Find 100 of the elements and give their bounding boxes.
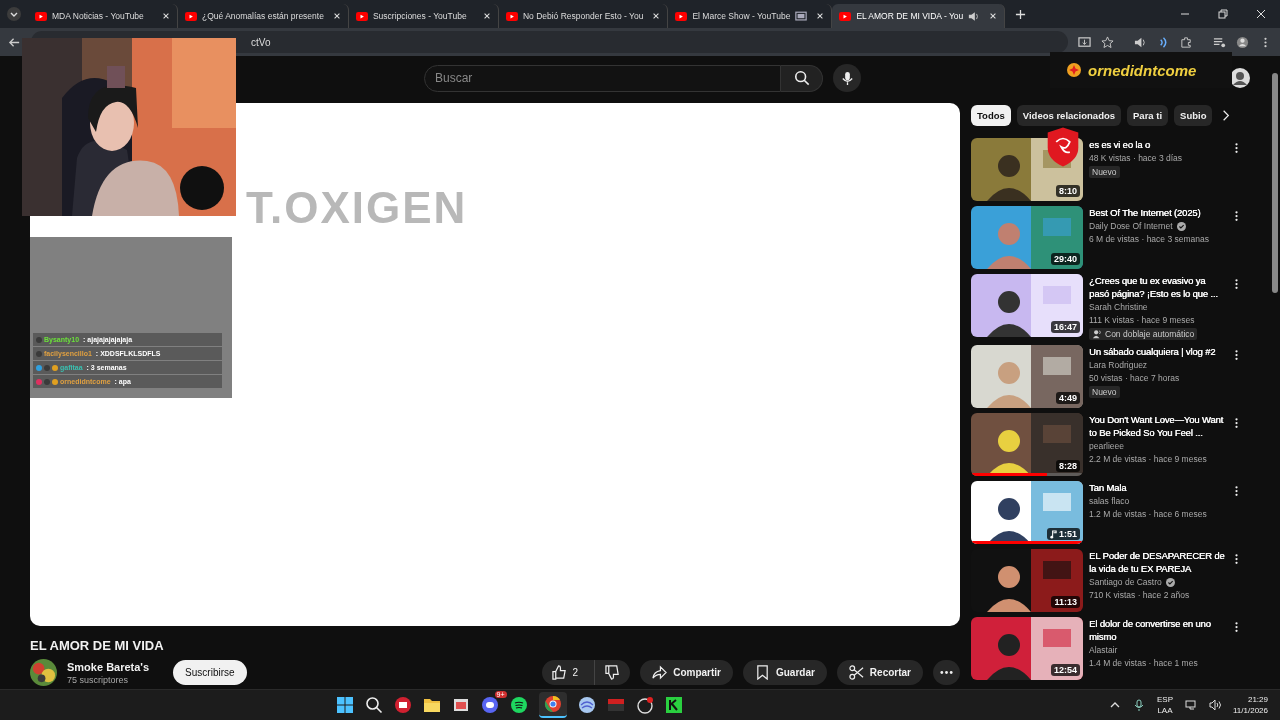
filter-chip[interactable]: Subio [1174,105,1213,126]
close-icon[interactable] [162,12,170,20]
bookmark-icon [754,665,770,680]
browser-icon [543,695,562,713]
more-icon[interactable] [1235,349,1238,361]
close-icon[interactable] [1256,9,1266,19]
clip-button[interactable]: Recortar [836,660,923,685]
puzzle-icon[interactable] [1180,35,1193,49]
browser-taskbar-button[interactable] [538,692,567,718]
tab-search-icon[interactable] [6,6,22,22]
close-icon[interactable] [332,12,341,20]
chat-app-icon[interactable] [480,696,499,714]
filter-chip[interactable]: Todos [971,105,1011,126]
more-icon[interactable] [1235,417,1238,429]
youtube-icon [505,11,518,21]
duration-badge: 8:28 [1056,460,1080,472]
channel-name[interactable]: salas flaco [1089,495,1130,508]
window-stack-icon[interactable] [451,696,470,714]
chevron-right-icon[interactable] [1222,110,1231,121]
more-icon[interactable] [1235,485,1238,497]
close-icon[interactable] [482,12,491,20]
more-button[interactable] [933,660,960,685]
sparkle-icon [1066,62,1082,78]
filter-chip[interactable]: Videos relacionados [1016,105,1122,126]
thumbs-down-icon [605,665,621,680]
video-badge: Con doblaje automático [1089,328,1198,340]
duration-badge: 1:51 [1047,528,1080,540]
speaker-icon[interactable] [1209,699,1221,711]
clock[interactable]: 21:29 11/1/2026 [1233,694,1268,716]
youtube-icon [355,11,368,21]
search-button[interactable] [781,64,823,92]
restore-icon[interactable] [1218,9,1228,19]
channel-name[interactable]: Sarah Christine [1089,301,1148,314]
swirl-app-icon[interactable] [577,696,596,714]
save-button[interactable]: Guardar [742,660,827,685]
search-icon[interactable] [364,696,383,714]
video-title[interactable]: El dolor de convertirse en uno mismo [1089,617,1227,643]
video-title[interactable]: EL Poder de DESAPARECER de la vida de tu EX PAREJA [1089,549,1227,575]
close-icon[interactable] [652,12,661,20]
install-icon[interactable] [1078,35,1091,49]
star-icon[interactable] [1101,35,1114,49]
media-icon[interactable] [1213,35,1226,49]
video-title[interactable]: es es vi eo la o [1089,138,1227,151]
channel-name[interactable]: Santiago de Castro [1089,576,1162,589]
channel-name[interactable]: pearlieee [1089,440,1124,453]
video-meta: 2.2 M de vistas · hace 9 meses [1089,453,1208,466]
speaker-icon[interactable] [968,10,981,22]
share-icon [652,665,668,680]
mixer-app-icon[interactable] [606,696,625,714]
video-meta: 1.2 M de vistas · hace 6 meses [1089,508,1208,521]
scrollbar[interactable] [1272,73,1278,293]
launcher-icon[interactable] [664,696,683,714]
music-app-icon[interactable] [509,696,528,714]
voice-search-button[interactable] [833,64,861,92]
folder-icon[interactable] [422,696,441,714]
signal-icon[interactable] [1157,35,1170,49]
more-icon[interactable] [1235,142,1238,154]
new-tab-icon[interactable] [1015,8,1027,20]
close-icon[interactable] [989,12,998,20]
share-button[interactable]: Compartir [640,660,733,685]
video-title[interactable]: ¿Crees que tu ex evasivo ya pasó página? ¡Esto es lo que ... [1089,274,1227,300]
video-title: EL AMOR DE MI VIDA [30,638,165,653]
network-icon[interactable] [1185,699,1197,711]
windows-start-icon[interactable] [335,696,354,714]
language-indicator[interactable]: ESP LAA [1157,694,1173,716]
more-icon[interactable] [1235,210,1238,222]
video-title[interactable]: You Don't Want Love—You Want to Be Picked So You Feel ... [1089,413,1227,439]
close-icon[interactable] [816,12,825,20]
channel-name[interactable]: Daily Dose Of Internet [1089,220,1173,233]
thumbs-up-icon [551,665,567,680]
more-icon[interactable] [1235,621,1238,633]
channel-name[interactable]: Smoke Bareta's [67,660,150,673]
youtube-icon [185,11,197,21]
shield-logo-icon [1046,126,1080,168]
video-meta: 6 M de vistas · hace 3 semanas [1089,233,1210,246]
more-icon[interactable] [1235,553,1238,565]
channel-name[interactable]: Lara Rodriguez [1089,359,1148,372]
dubbing-icon [1092,329,1102,339]
video-overlay-text: T.OXIGEN [246,183,468,233]
subscriber-count: 75 suscriptores [67,674,130,685]
search-field[interactable]: Buscar [424,64,781,92]
recorder-icon[interactable] [635,696,654,714]
video-meta: 50 vistas · hace 7 horas [1089,372,1181,385]
duration-badge: 4:49 [1056,392,1080,404]
browser-tab[interactable]: EL AMOR DE MI VIDA - You [832,4,1006,28]
music-note-icon [1050,529,1057,539]
profile-icon[interactable] [1236,35,1249,49]
video-title[interactable]: Best Of The Internet (2025) [1089,206,1227,219]
app-icon[interactable] [393,696,412,714]
microphone-icon[interactable] [1133,699,1145,711]
video-title[interactable]: Tan Mala [1089,481,1227,494]
youtube-icon [675,11,688,21]
video-badge: Nuevo [1089,386,1120,398]
subscribe-button[interactable]: Suscribirse [173,660,247,685]
video-meta: 48 K vistas · hace 3 días [1089,152,1184,165]
more-icon[interactable] [1235,278,1238,290]
channel-name[interactable]: Alastair [1089,644,1118,657]
video-title[interactable]: Un sábado cualquiera | vlog #2 [1089,345,1227,358]
youtube-icon [839,11,852,21]
filter-chip[interactable]: Para ti [1127,105,1169,126]
